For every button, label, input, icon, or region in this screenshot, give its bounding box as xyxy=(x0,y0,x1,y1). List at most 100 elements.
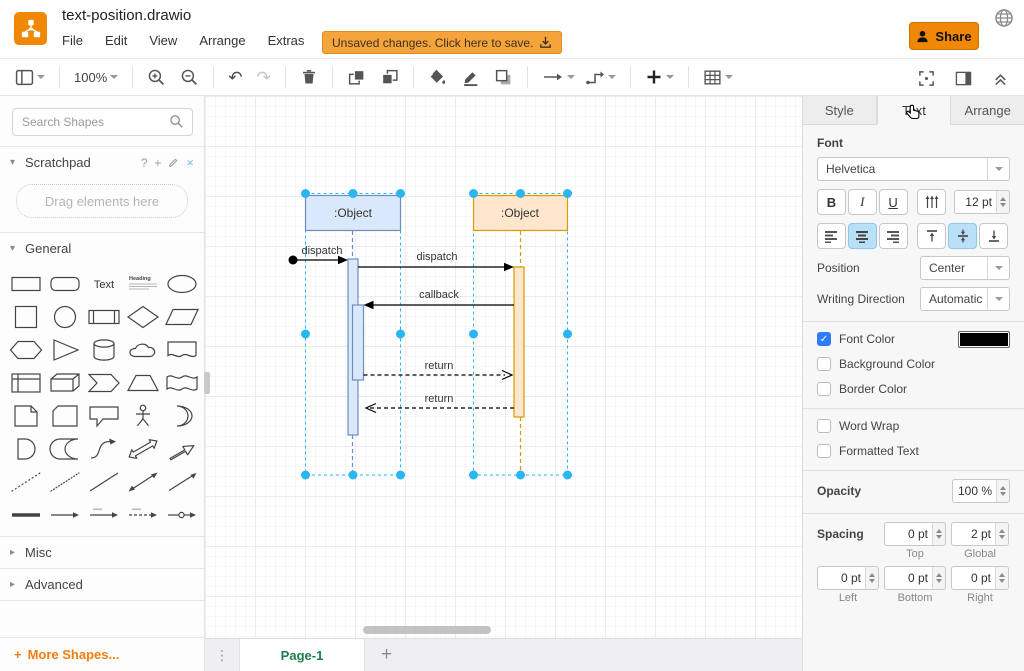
zoom-out-button[interactable] xyxy=(175,65,204,90)
spacing-left-spinner[interactable]: 0 pt xyxy=(817,566,879,590)
shape-cloud[interactable] xyxy=(123,334,162,365)
shape-labeled-dashed-arrow[interactable] xyxy=(123,499,162,530)
page-tab[interactable]: Page-1 xyxy=(239,639,365,671)
shape-callout[interactable] xyxy=(84,400,123,431)
menu-arrange[interactable]: Arrange xyxy=(199,33,245,48)
scratchpad-section-header[interactable]: ▾ Scratchpad ? + × xyxy=(0,147,204,178)
stepper-icon[interactable] xyxy=(932,567,945,589)
scratchpad-dropzone[interactable]: Drag elements here xyxy=(16,184,188,218)
stepper-icon[interactable] xyxy=(865,567,878,589)
formatted-text-checkbox[interactable] xyxy=(817,444,831,458)
bold-button[interactable]: B xyxy=(817,189,846,215)
misc-section-header[interactable]: ▸ Misc xyxy=(0,537,204,568)
valign-bottom-button[interactable] xyxy=(979,223,1008,249)
border-color-checkbox[interactable] xyxy=(817,382,831,396)
activation-bar-object2[interactable] xyxy=(514,267,524,417)
shape-connector-waypoint[interactable] xyxy=(162,499,201,530)
to-front-button[interactable] xyxy=(342,65,371,90)
general-section-header[interactable]: ▾ General xyxy=(0,233,204,264)
font-color-checkbox[interactable]: ✓ xyxy=(817,332,831,346)
undo-button[interactable]: ↶ xyxy=(223,66,247,89)
shape-line[interactable] xyxy=(84,466,123,497)
shape-diamond[interactable] xyxy=(123,301,162,332)
italic-button[interactable]: I xyxy=(848,189,877,215)
shape-arrow-edge[interactable] xyxy=(45,499,84,530)
word-wrap-checkbox[interactable] xyxy=(817,419,831,433)
shape-note[interactable] xyxy=(6,400,45,431)
selection-handles[interactable] xyxy=(301,189,572,480)
language-globe-icon[interactable] xyxy=(994,8,1014,28)
more-shapes-button[interactable]: + More Shapes... xyxy=(0,637,204,671)
shape-document[interactable] xyxy=(162,334,201,365)
scratchpad-edit-icon[interactable] xyxy=(168,157,179,168)
shape-hexagon[interactable] xyxy=(6,334,45,365)
table-button[interactable] xyxy=(698,65,738,90)
shape-actor[interactable] xyxy=(123,400,162,431)
menu-extras[interactable]: Extras xyxy=(268,33,305,48)
shape-step[interactable] xyxy=(84,367,123,398)
shape-parallelogram[interactable] xyxy=(162,301,201,332)
shape-cylinder[interactable] xyxy=(84,334,123,365)
format-panel-toggle-button[interactable] xyxy=(950,67,977,90)
shape-process[interactable] xyxy=(84,301,123,332)
zoom-level-dropdown[interactable]: 100% xyxy=(69,67,123,88)
sidebar-collapse-handle[interactable] xyxy=(204,372,210,394)
shape-data-storage[interactable] xyxy=(45,433,84,464)
drawing-canvas[interactable]: :Object :Object xyxy=(205,96,802,638)
share-button[interactable]: Share xyxy=(909,22,979,50)
search-shapes-input[interactable] xyxy=(12,108,193,136)
scratchpad-close-icon[interactable]: × xyxy=(186,155,194,170)
shape-directional-connector[interactable] xyxy=(162,466,201,497)
underline-button[interactable]: U xyxy=(879,189,908,215)
scratchpad-help-icon[interactable]: ? xyxy=(141,156,148,170)
shape-link[interactable] xyxy=(6,499,45,530)
writing-direction-select[interactable]: Automatic xyxy=(920,287,1010,311)
collapse-toolbar-button[interactable] xyxy=(987,67,1014,90)
font-size-spinner[interactable]: 12 pt xyxy=(954,190,1010,214)
tab-style[interactable]: Style xyxy=(803,96,877,124)
spacing-bottom-spinner[interactable]: 0 pt xyxy=(884,566,946,590)
delete-button[interactable] xyxy=(295,65,323,89)
menu-file[interactable]: File xyxy=(62,33,83,48)
vertical-text-button[interactable] xyxy=(917,189,946,215)
shape-card[interactable] xyxy=(45,400,84,431)
shape-bidirectional-connector[interactable] xyxy=(123,466,162,497)
spacing-top-spinner[interactable]: 0 pt xyxy=(884,522,946,546)
shape-text[interactable]: Text xyxy=(84,268,123,299)
to-back-button[interactable] xyxy=(375,65,404,90)
advanced-section-header[interactable]: ▸ Advanced xyxy=(0,569,204,600)
shape-trapezoid[interactable] xyxy=(123,367,162,398)
shape-labeled-arrow[interactable] xyxy=(84,499,123,530)
unsaved-changes-banner[interactable]: Unsaved changes. Click here to save. xyxy=(322,31,562,54)
shape-textbox[interactable]: Heading xyxy=(123,268,162,299)
align-right-button[interactable] xyxy=(879,223,908,249)
font-color-swatch[interactable] xyxy=(958,331,1010,348)
shape-or[interactable] xyxy=(162,400,201,431)
shape-arrow[interactable] xyxy=(162,433,201,464)
shape-tape[interactable] xyxy=(162,367,201,398)
stepper-icon[interactable] xyxy=(932,523,945,545)
horizontal-scrollbar[interactable] xyxy=(363,626,491,634)
pages-menu-icon[interactable]: ⋮ xyxy=(205,647,239,664)
tab-text[interactable]: Text xyxy=(877,96,952,125)
fullscreen-button[interactable] xyxy=(913,67,940,90)
align-left-button[interactable] xyxy=(817,223,846,249)
view-panels-button[interactable] xyxy=(10,65,50,90)
waypoint-style-button[interactable] xyxy=(580,65,621,89)
shape-square[interactable] xyxy=(6,301,45,332)
background-color-checkbox[interactable] xyxy=(817,357,831,371)
line-color-button[interactable] xyxy=(456,65,485,90)
activation-bar-object1-nested[interactable] xyxy=(353,305,364,380)
shape-dashed-line[interactable] xyxy=(6,466,45,497)
menu-view[interactable]: View xyxy=(149,33,177,48)
shape-curve[interactable] xyxy=(84,433,123,464)
shadow-button[interactable] xyxy=(489,65,518,90)
valign-middle-button[interactable] xyxy=(948,223,977,249)
stepper-icon[interactable] xyxy=(995,567,1008,589)
shape-rectangle[interactable] xyxy=(6,268,45,299)
spacing-global-spinner[interactable]: 2 pt xyxy=(951,522,1009,546)
shape-and[interactable] xyxy=(6,433,45,464)
menu-edit[interactable]: Edit xyxy=(105,33,127,48)
shape-ellipse[interactable] xyxy=(162,268,201,299)
connection-style-button[interactable] xyxy=(537,65,580,89)
